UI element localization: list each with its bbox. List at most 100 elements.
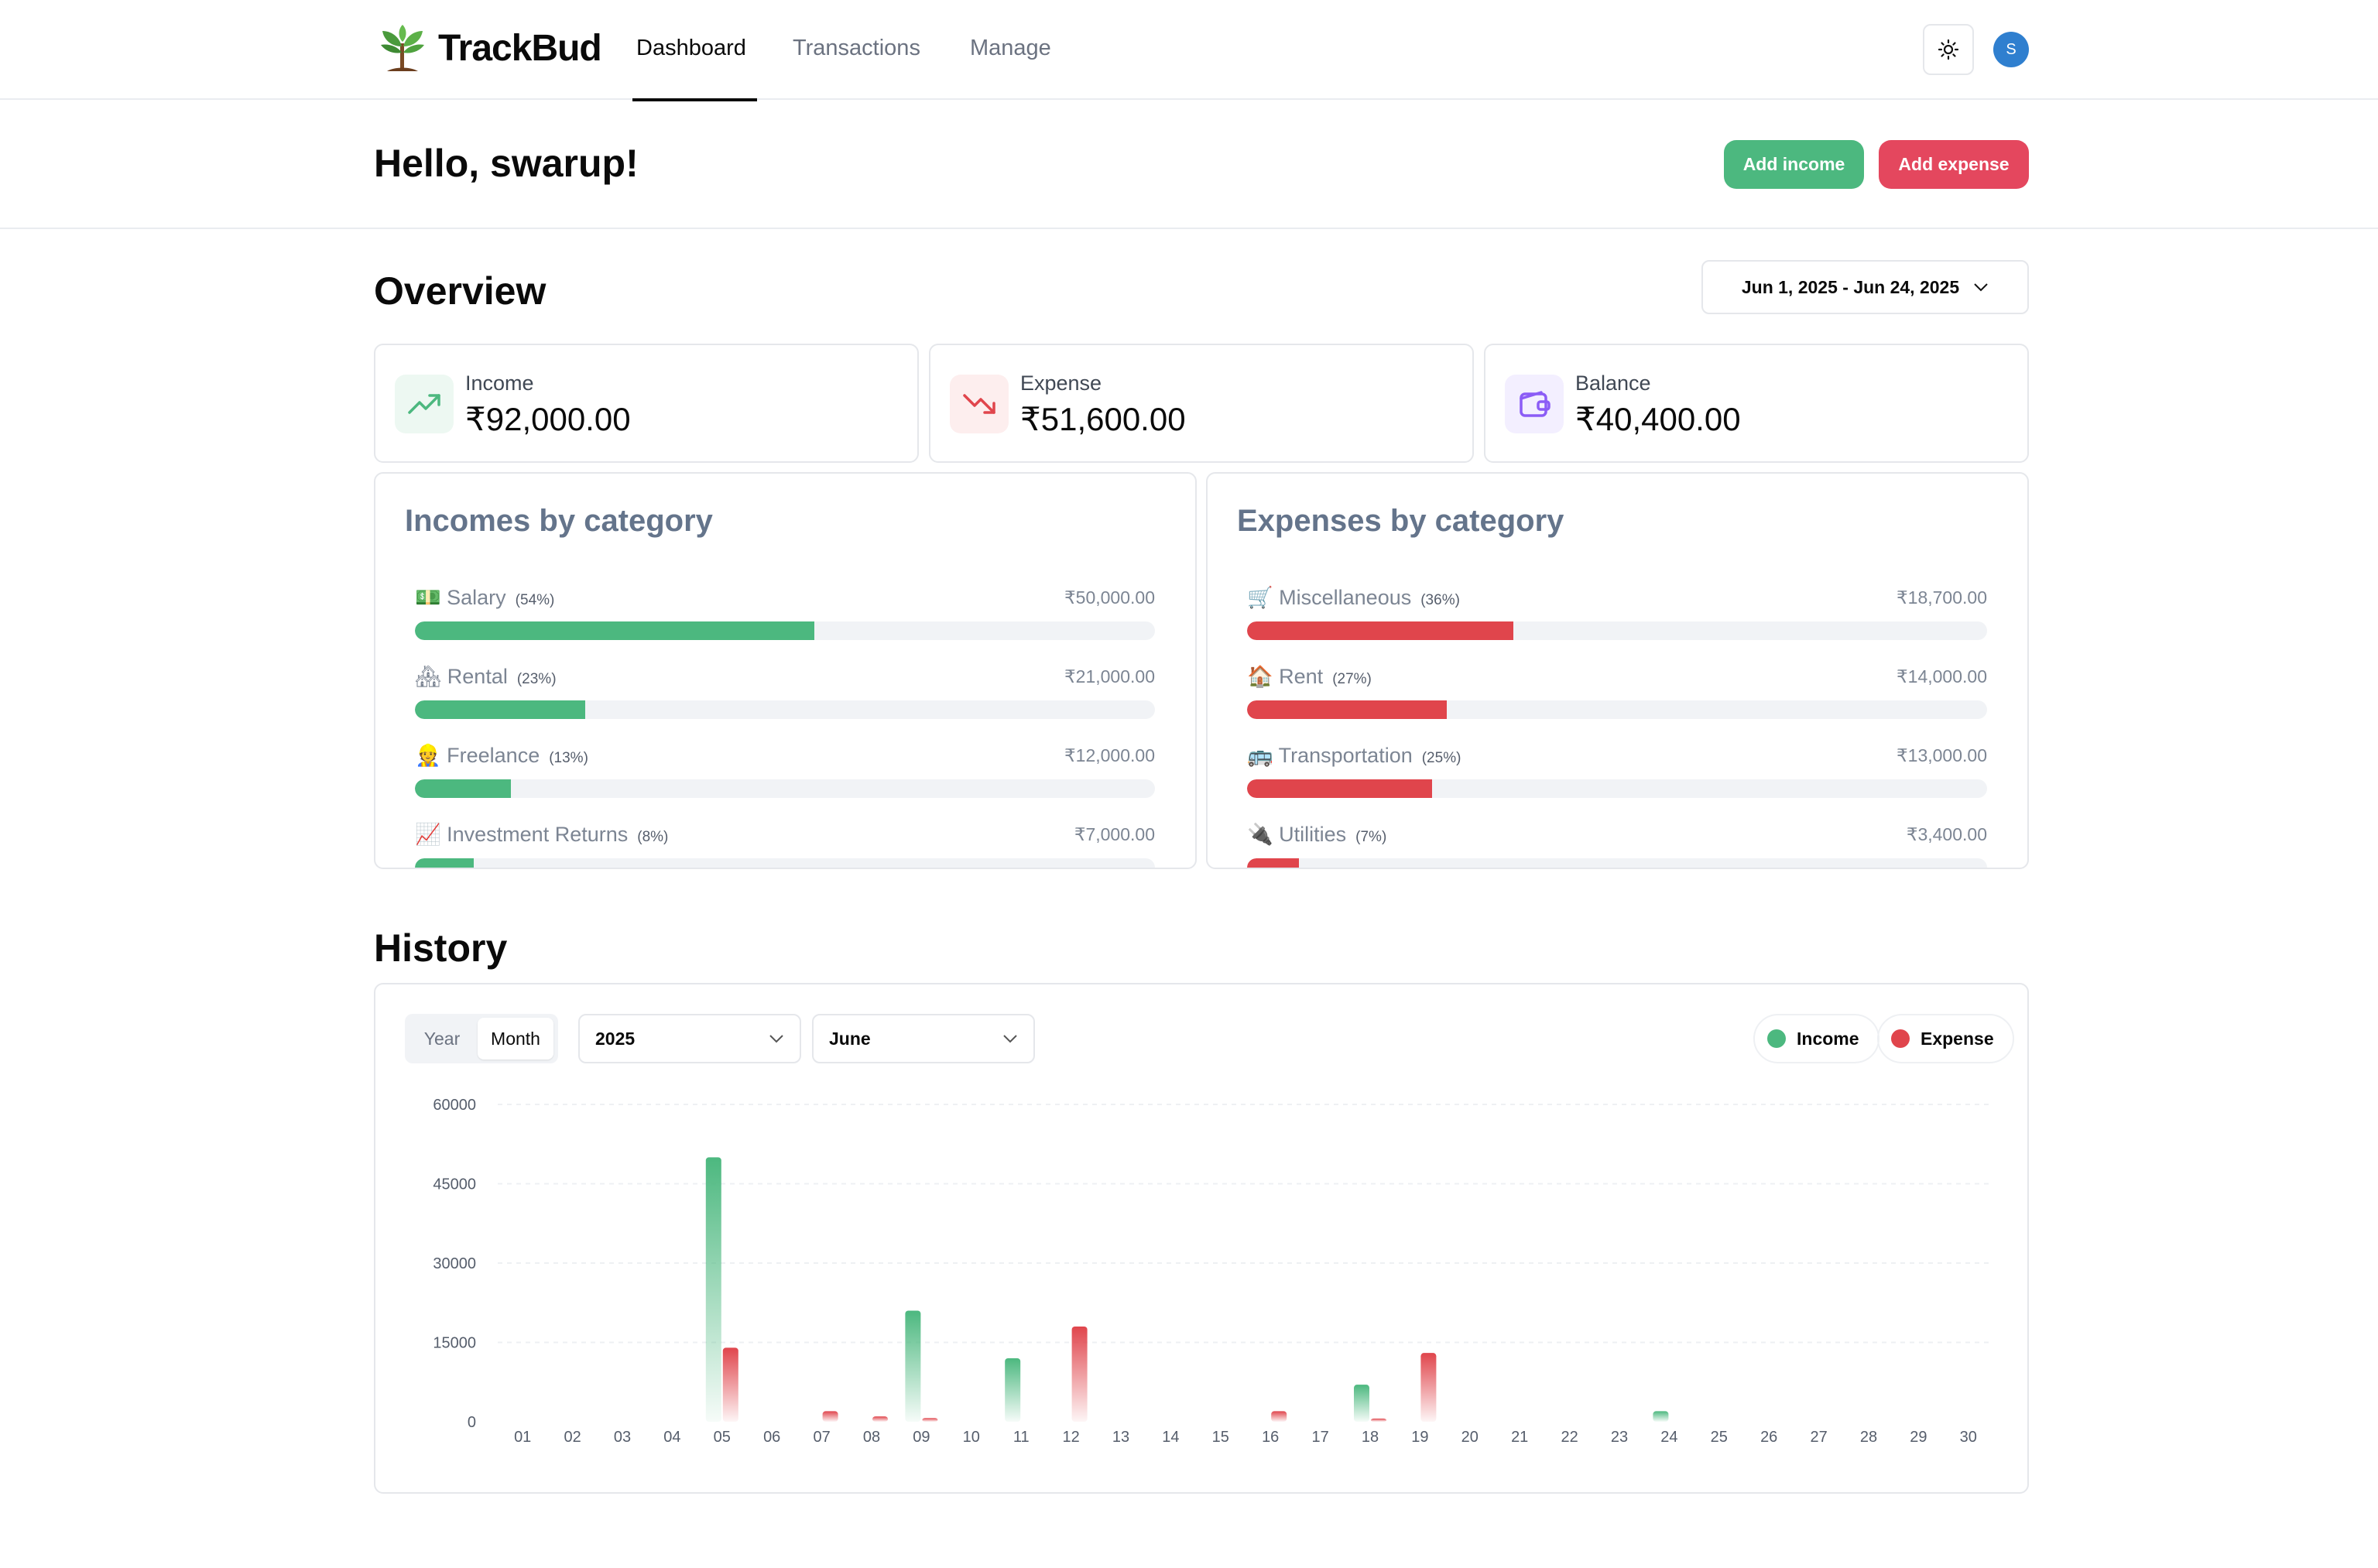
tab-transactions[interactable]: Transactions: [793, 33, 920, 63]
category-amount: ₹13,000.00: [1897, 745, 1987, 765]
category-name: Utilities: [1279, 823, 1347, 846]
theme-toggle-button[interactable]: [1923, 24, 1974, 75]
x-axis-tick-label: 18: [1362, 1429, 1379, 1446]
category-progress-track: [1247, 700, 1987, 719]
category-progress-fill: [1247, 858, 1299, 868]
category-row[interactable]: 🚌 Transportation (25%) ₹13,000.00: [1247, 741, 1987, 803]
category-percentage: (7%): [1355, 829, 1387, 845]
category-amount: ₹12,000.00: [1064, 745, 1155, 765]
x-axis-tick-label: 30: [1960, 1429, 1977, 1446]
category-percentage: (54%): [515, 592, 555, 608]
expense-bar-day-09[interactable]: [922, 1418, 938, 1422]
income-bar-day-09[interactable]: [905, 1310, 921, 1422]
category-name: Transportation: [1278, 744, 1413, 767]
expense-bar-day-07[interactable]: [822, 1411, 838, 1422]
expense-bar-day-19[interactable]: [1420, 1353, 1437, 1422]
x-axis-tick-label: 12: [1062, 1429, 1079, 1446]
add-income-button[interactable]: Add income: [1724, 140, 1864, 189]
history-card: Year Month 2025 June Income Expense 0 150…: [374, 983, 2029, 1494]
x-axis-tick-label: 14: [1162, 1429, 1179, 1446]
income-bar-day-11[interactable]: [1005, 1358, 1021, 1422]
incomes-by-category-title: Incomes by category: [405, 504, 713, 538]
category-progress-track: [1247, 779, 1987, 798]
category-progress-fill: [415, 700, 585, 719]
add-expense-button[interactable]: Add expense: [1879, 140, 2029, 189]
x-axis-tick-label: 25: [1711, 1429, 1728, 1446]
category-row[interactable]: 📈 Investment Returns (8%) ₹7,000.00: [415, 820, 1155, 868]
x-axis-tick-label: 03: [614, 1429, 631, 1446]
y-axis-tick-label: 60000: [433, 1097, 476, 1114]
category-progress-fill: [415, 858, 475, 868]
income-stat-card: Income ₹92,000.00: [374, 344, 919, 463]
balance-stat-card: Balance ₹40,400.00: [1484, 344, 2029, 463]
category-row[interactable]: 🏘 Rental (23%) ₹21,000.00: [415, 662, 1155, 724]
expense-bar-day-18[interactable]: [1371, 1418, 1386, 1422]
category-percentage: (25%): [1421, 750, 1461, 766]
category-amount: ₹18,700.00: [1897, 587, 1987, 608]
x-axis-tick-label: 09: [913, 1429, 930, 1446]
expense-stat-card: Expense ₹51,600.00: [929, 344, 1474, 463]
category-percentage: (13%): [549, 750, 588, 766]
overview-title: Overview: [374, 269, 547, 313]
income-bar-day-05[interactable]: [705, 1157, 721, 1422]
category-percentage: (27%): [1332, 671, 1372, 687]
category-name: Salary: [447, 586, 506, 609]
x-axis-tick-label: 27: [1810, 1429, 1827, 1446]
y-axis-tick-label: 45000: [433, 1176, 476, 1193]
balance-stat-label: Balance: [1575, 371, 1651, 395]
income-bar-day-18[interactable]: [1354, 1385, 1369, 1422]
category-emoji-icon: 💵: [415, 586, 441, 609]
brand-name[interactable]: TrackBud: [438, 23, 602, 74]
category-emoji-icon: 🚌: [1247, 744, 1273, 767]
category-emoji-icon: 🛒: [1247, 586, 1273, 609]
x-axis-tick-label: 17: [1311, 1429, 1328, 1446]
expense-bar-day-16[interactable]: [1271, 1411, 1287, 1422]
x-axis-tick-label: 07: [813, 1429, 830, 1446]
x-axis-tick-label: 20: [1461, 1429, 1479, 1446]
category-progress-fill: [1247, 700, 1448, 719]
expenses-by-category-card: Expenses by category 🛒 Miscellaneous (36%…: [1206, 472, 2029, 869]
tab-manage[interactable]: Manage: [970, 33, 1051, 63]
category-name: Rent: [1279, 665, 1324, 688]
x-axis-tick-label: 13: [1112, 1429, 1129, 1446]
category-name: Miscellaneous: [1279, 586, 1412, 609]
category-row[interactable]: 🛒 Miscellaneous (36%) ₹18,700.00: [1247, 583, 1987, 645]
greeting-bar: Hello, swarup! Add income Add expense: [0, 101, 2378, 229]
category-progress-fill: [415, 779, 512, 798]
expense-bar-day-12[interactable]: [1071, 1327, 1088, 1422]
category-emoji-icon: 📈: [415, 823, 441, 846]
x-axis-tick-label: 04: [663, 1429, 680, 1446]
tab-dashboard[interactable]: Dashboard: [636, 33, 746, 63]
category-row[interactable]: 🏠 Rent (27%) ₹14,000.00: [1247, 662, 1987, 724]
y-axis-tick-label: 30000: [433, 1255, 476, 1272]
category-amount: ₹3,400.00: [1906, 824, 1987, 844]
user-avatar[interactable]: S: [1993, 32, 2029, 67]
category-name: Rental: [447, 665, 508, 688]
category-row[interactable]: 🔌 Utilities (7%) ₹3,400.00: [1247, 820, 1987, 868]
expense-bar-day-05[interactable]: [722, 1347, 738, 1422]
category-emoji-icon: 👷: [415, 744, 441, 767]
x-axis-tick-label: 15: [1212, 1429, 1229, 1446]
y-axis-tick-label: 0: [468, 1414, 476, 1431]
category-emoji-icon: 🏘: [415, 665, 442, 688]
sun-icon: [1938, 39, 1959, 60]
x-axis-tick-label: 29: [1910, 1429, 1927, 1446]
x-axis-tick-label: 11: [1013, 1429, 1030, 1446]
x-axis-tick-label: 28: [1860, 1429, 1877, 1446]
category-name: Freelance: [447, 744, 540, 767]
category-row[interactable]: 👷 Freelance (13%) ₹12,000.00: [415, 741, 1155, 803]
x-axis-tick-label: 23: [1611, 1429, 1628, 1446]
category-emoji-icon: 🏠: [1247, 665, 1273, 688]
y-axis-tick-label: 15000: [433, 1335, 476, 1352]
category-row[interactable]: 💵 Salary (54%) ₹50,000.00: [415, 583, 1155, 645]
trending-up-icon: [395, 375, 454, 433]
category-progress-track: [415, 858, 1155, 868]
category-amount: ₹21,000.00: [1064, 666, 1155, 686]
date-range-picker[interactable]: Jun 1, 2025 - Jun 24, 2025: [1701, 260, 2029, 314]
income-stat-label: Income: [465, 371, 534, 395]
category-progress-fill: [1247, 621, 1514, 640]
history-title: History: [374, 926, 508, 970]
category-percentage: (23%): [516, 671, 557, 687]
expense-bar-day-08[interactable]: [872, 1416, 888, 1422]
income-bar-day-24[interactable]: [1653, 1411, 1669, 1422]
